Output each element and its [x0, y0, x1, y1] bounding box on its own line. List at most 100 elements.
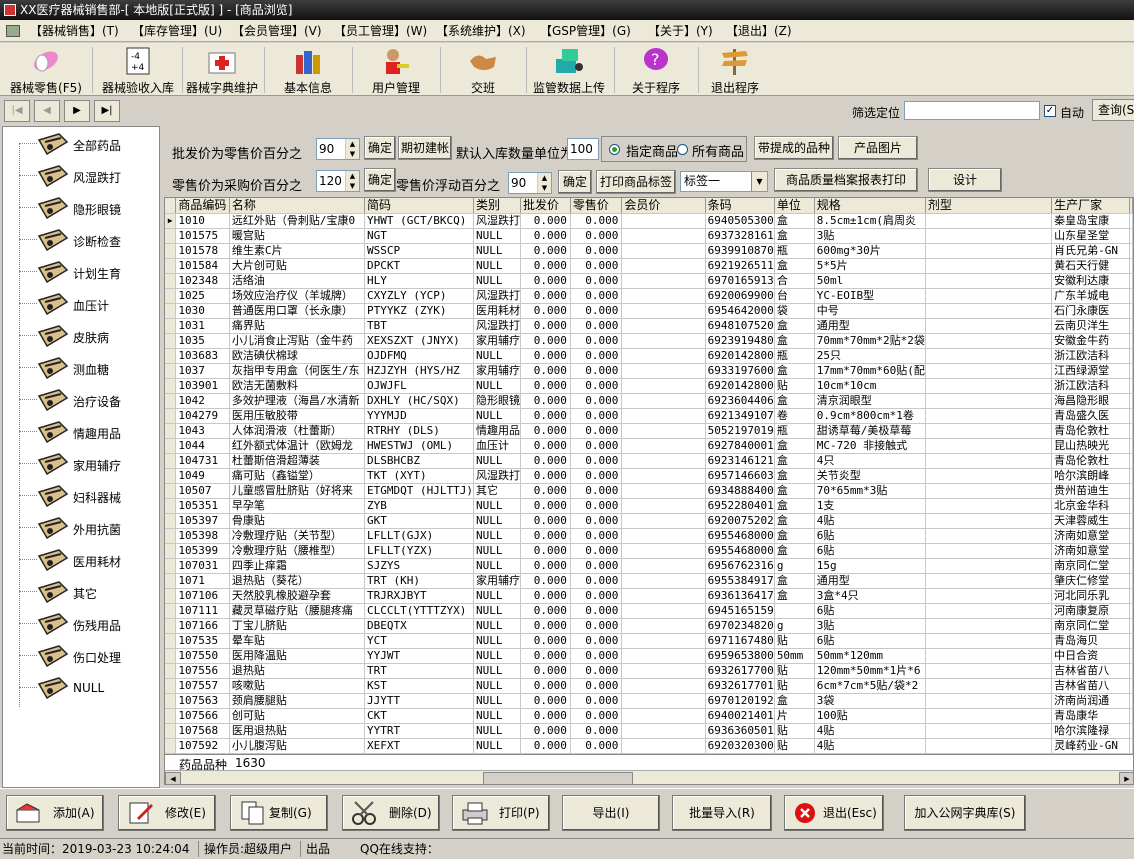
table-row[interactable]: 105399 冷敷理疗贴（腰椎型） LFLLT(YZX) NULL 0.000 0.000… — [165, 543, 1133, 559]
table-cell[interactable]: 6937328161 — [705, 228, 775, 244]
table-cell[interactable] — [621, 333, 706, 349]
table-cell[interactable]: NULL — [473, 558, 521, 574]
table-cell[interactable] — [925, 693, 1053, 709]
table-cell[interactable]: 北京金华科 — [1051, 498, 1130, 514]
table-cell[interactable]: 100贴 — [814, 708, 926, 724]
table-cell[interactable]: 青岛伦敦杜 — [1051, 423, 1130, 439]
table-cell[interactable]: 贴 — [774, 378, 815, 394]
table-cell[interactable]: 6955468000 — [705, 543, 775, 559]
retail-pct-stepper[interactable]: 120 ▲ ▼ — [316, 170, 360, 192]
table-cell[interactable]: 0.000 — [570, 498, 623, 514]
table-row[interactable]: 1035 小儿消食止泻贴（金牛药 XEXSZXT (JNYX) 家用辅疗 0.000 0.… — [165, 333, 1133, 349]
table-cell[interactable] — [925, 663, 1053, 679]
table-cell[interactable]: 医用耗材 — [473, 303, 521, 319]
table-cell[interactable] — [621, 408, 706, 424]
table-cell[interactable]: 6923604406 — [705, 393, 775, 409]
menu-about[interactable]: 【关于】(Y) — [648, 20, 713, 42]
table-cell[interactable]: 6贴 — [814, 543, 926, 559]
table-cell[interactable]: 0.000 — [520, 708, 571, 724]
table-cell[interactable]: 6936136417 — [705, 588, 775, 604]
table-cell[interactable]: 风湿跌打 — [473, 213, 521, 229]
table-cell[interactable]: 退热贴 — [229, 663, 366, 679]
table-cell[interactable]: 0.000 — [520, 363, 571, 379]
nav-prev-button[interactable]: ◀ — [34, 100, 60, 122]
table-cell[interactable]: 5052197019 — [705, 423, 775, 439]
table-cell[interactable]: NULL — [473, 723, 521, 739]
commission-items-button[interactable]: 带提成的品种 — [754, 136, 834, 160]
table-cell[interactable]: 医用压敏胶带 — [229, 408, 366, 424]
table-cell[interactable]: 盒 — [774, 528, 815, 544]
table-cell[interactable]: NULL — [473, 588, 521, 604]
table-cell[interactable] — [621, 648, 706, 664]
table-cell[interactable]: 卷 — [774, 408, 815, 424]
table-cell[interactable]: 退热贴（葵花） — [229, 573, 366, 589]
table-cell[interactable]: DLSBHCBZ — [364, 453, 474, 469]
table-cell[interactable]: 情趣用品 — [473, 423, 521, 439]
table-cell[interactable]: 1049 — [175, 468, 230, 484]
table-cell[interactable]: 6贴 — [814, 603, 926, 619]
table-cell[interactable]: 青岛海贝 — [1051, 633, 1130, 649]
table-cell[interactable]: 贴 — [774, 738, 815, 754]
table-cell[interactable]: LFLLT(YZX) — [364, 543, 474, 559]
table-cell[interactable]: 人体润滑液（杜蕾斯） — [229, 423, 366, 439]
tool-basic-info[interactable]: 基本信息 — [268, 43, 348, 96]
table-cell[interactable] — [925, 513, 1053, 529]
table-cell[interactable]: 盒 — [774, 333, 815, 349]
table-row[interactable]: 103901 欧洁无菌敷料 OJWJFL NULL 0.000 0.000 69201428… — [165, 378, 1133, 394]
table-cell[interactable]: 多效护理液（海昌/水清新 — [229, 393, 366, 409]
table-cell[interactable]: 0.000 — [570, 288, 623, 304]
table-cell[interactable]: 江西绿源堂 — [1051, 363, 1130, 379]
table-cell[interactable]: ZYB — [364, 498, 474, 514]
table-cell[interactable]: 痛可贴（鑫镒堂） — [229, 468, 366, 484]
table-cell[interactable]: 5*5片 — [814, 258, 926, 274]
table-cell[interactable]: 云南贝洋生 — [1051, 318, 1130, 334]
table-cell[interactable]: 0.000 — [520, 603, 571, 619]
table-cell[interactable] — [621, 528, 706, 544]
table-cell[interactable]: 杜蕾斯倍滑超薄装 — [229, 453, 366, 469]
table-cell[interactable]: MC-720 非接触式 — [814, 438, 926, 454]
table-cell[interactable]: 藏灵草磁疗贴（腰腿疼痛 — [229, 603, 366, 619]
table-cell[interactable]: 海昌隐形眼 — [1051, 393, 1130, 409]
table-cell[interactable]: NULL — [473, 378, 521, 394]
table-cell[interactable]: g — [774, 618, 815, 634]
table-cell[interactable]: 吉林省苗八 — [1051, 678, 1130, 694]
table-cell[interactable]: 青岛盛久医 — [1051, 408, 1130, 424]
category-item[interactable]: 家用辅疗 — [3, 449, 159, 481]
table-cell[interactable]: 家用辅疗 — [473, 333, 521, 349]
table-cell[interactable]: 0.000 — [520, 483, 571, 499]
export-button[interactable]: 导出(I) — [562, 795, 660, 831]
table-cell[interactable] — [621, 483, 706, 499]
table-cell[interactable]: 3贴 — [814, 618, 926, 634]
table-cell[interactable]: 4贴 — [814, 738, 926, 754]
category-item[interactable]: 外用抗菌 — [3, 513, 159, 545]
table-cell[interactable]: 0.000 — [520, 468, 571, 484]
table-cell[interactable]: 50ml — [814, 273, 926, 289]
table-cell[interactable]: 石门永康医 — [1051, 303, 1130, 319]
table-cell[interactable]: 0.000 — [520, 228, 571, 244]
category-item[interactable]: 测血糖 — [3, 353, 159, 385]
table-cell[interactable]: 0.000 — [570, 693, 623, 709]
table-cell[interactable]: NULL — [473, 498, 521, 514]
menu-staff[interactable]: 【员工管理】(W) — [334, 20, 427, 42]
table-cell[interactable] — [621, 423, 706, 439]
table-cell[interactable]: 70*65mm*3贴 — [814, 483, 926, 499]
table-cell[interactable] — [621, 288, 706, 304]
table-row[interactable]: 10507 儿童感冒肚脐贴（好将来 ETGMDQT (HJLTTJ) 其它 0.000 0… — [165, 483, 1133, 499]
table-cell[interactable]: 0.000 — [520, 378, 571, 394]
table-cell[interactable]: 0.000 — [520, 408, 571, 424]
table-cell[interactable]: 0.000 — [570, 603, 623, 619]
table-cell[interactable]: 大片创可贴 — [229, 258, 366, 274]
table-cell[interactable]: NULL — [473, 738, 521, 754]
table-cell[interactable]: 107568 — [175, 723, 230, 739]
table-cell[interactable]: 贵州苗迪生 — [1051, 483, 1130, 499]
table-cell[interactable]: 骨康贴 — [229, 513, 366, 529]
table-cell[interactable]: 瓶 — [774, 348, 815, 364]
table-cell[interactable]: ETGMDQT (HJLTTJ) — [364, 483, 474, 499]
nav-first-button[interactable]: |◀ — [4, 100, 30, 122]
table-cell[interactable]: 6971167480 — [705, 633, 775, 649]
period-init-button[interactable]: 期初建帐 — [398, 136, 452, 160]
category-item[interactable]: 妇科器械 — [3, 481, 159, 513]
table-cell[interactable] — [621, 678, 706, 694]
table-cell[interactable] — [925, 483, 1053, 499]
table-cell[interactable]: NULL — [473, 408, 521, 424]
